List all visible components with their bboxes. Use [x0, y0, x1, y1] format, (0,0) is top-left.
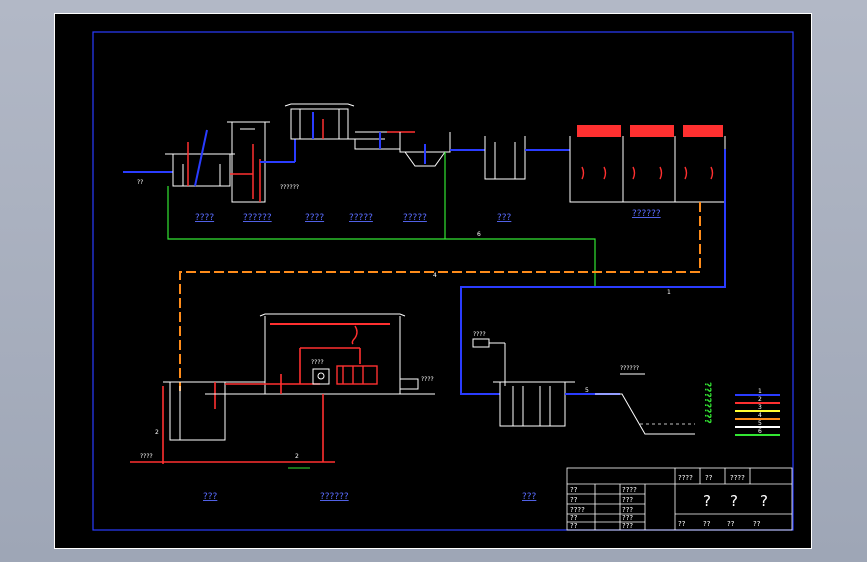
legend-item: 3: [758, 404, 762, 411]
svg-text:1: 1: [667, 289, 671, 296]
effluent-line: [460, 202, 726, 395]
svg-text:??: ??: [570, 486, 578, 494]
svg-text:????: ????: [730, 474, 745, 482]
drawing-frame: [92, 31, 794, 531]
svg-text:5: 5: [585, 387, 589, 394]
svg-text:???: ???: [622, 496, 633, 504]
svg-text:????: ????: [421, 376, 434, 383]
dose-box: [472, 338, 490, 348]
mixer: [312, 368, 330, 385]
legend-item: 1: [758, 388, 762, 395]
svg-text:??: ??: [703, 520, 711, 528]
cad-viewport: ?? ?????? ???? ?????? ???? ????? ????? ?…: [0, 0, 867, 562]
process-label: ??????: [320, 492, 349, 502]
process-label: ???: [522, 492, 537, 502]
legend-item: 2: [758, 396, 762, 403]
grit-channel: [354, 131, 401, 150]
svg-text:??: ??: [570, 496, 578, 504]
process-label: ????: [305, 213, 324, 223]
process-flow-diagram: ?? ?????? ???? ?????? ???? ????? ????? ?…: [92, 31, 794, 531]
svg-text:6: 6: [477, 231, 481, 238]
svg-text:????: ????: [140, 453, 153, 460]
dose-note: ??????: [280, 184, 299, 191]
svg-text:???: ???: [622, 514, 633, 522]
air-line: [179, 202, 701, 391]
aeration-arrows: [581, 166, 714, 180]
contact-tank: [493, 381, 575, 427]
svg-text:2: 2: [155, 429, 159, 436]
anoxic-tank: [484, 136, 526, 180]
svg-text:??: ??: [705, 474, 713, 482]
cake-hopper: [399, 378, 419, 390]
svg-text:?: ?: [703, 492, 711, 510]
legend-item: 5: [758, 420, 762, 427]
legend-title: ????????: [702, 382, 712, 424]
river-bank: [595, 393, 695, 435]
process-label: ??????: [243, 213, 272, 223]
svg-text:????: ????: [570, 506, 585, 514]
box-label: ????: [311, 359, 324, 366]
filter-press: [336, 365, 378, 385]
process-label: ?????: [403, 213, 427, 223]
svg-text:??: ??: [727, 520, 735, 528]
process-label: ???: [203, 492, 218, 502]
drawing-sheet: ?? ?????? ???? ?????? ???? ????? ????? ?…: [54, 13, 812, 549]
svg-text:????: ????: [622, 486, 637, 494]
svg-text:2: 2: [295, 453, 299, 460]
svg-text:????: ????: [678, 474, 693, 482]
svg-text:??: ??: [570, 522, 578, 530]
screen-line: [194, 129, 208, 187]
legend-item: 6: [758, 428, 762, 435]
svg-text:??????: ??????: [620, 365, 639, 372]
legend-item: 4: [758, 412, 762, 419]
svg-text:??: ??: [570, 514, 578, 522]
svg-text:???: ???: [622, 506, 633, 514]
diffuser-bank: [577, 125, 723, 137]
sludge-tank: [163, 381, 265, 441]
svg-text:????: ????: [473, 331, 486, 338]
legend: ???????? 1 2 3 4 5 6: [702, 382, 780, 436]
aeration-tank: [569, 136, 726, 203]
svg-text:??: ??: [753, 520, 761, 528]
process-label: ??????: [632, 209, 661, 219]
svg-text:?: ?: [730, 492, 738, 510]
svg-text:4: 4: [433, 272, 437, 279]
svg-text:?: ?: [760, 492, 768, 510]
svg-text:??: ??: [678, 520, 686, 528]
svg-text:???: ???: [622, 522, 633, 530]
inlet-label: ??: [137, 179, 143, 186]
process-label: ?????: [349, 213, 373, 223]
process-label: ????: [195, 213, 214, 223]
process-label: ???: [497, 213, 512, 223]
dosing-house: [284, 103, 355, 140]
